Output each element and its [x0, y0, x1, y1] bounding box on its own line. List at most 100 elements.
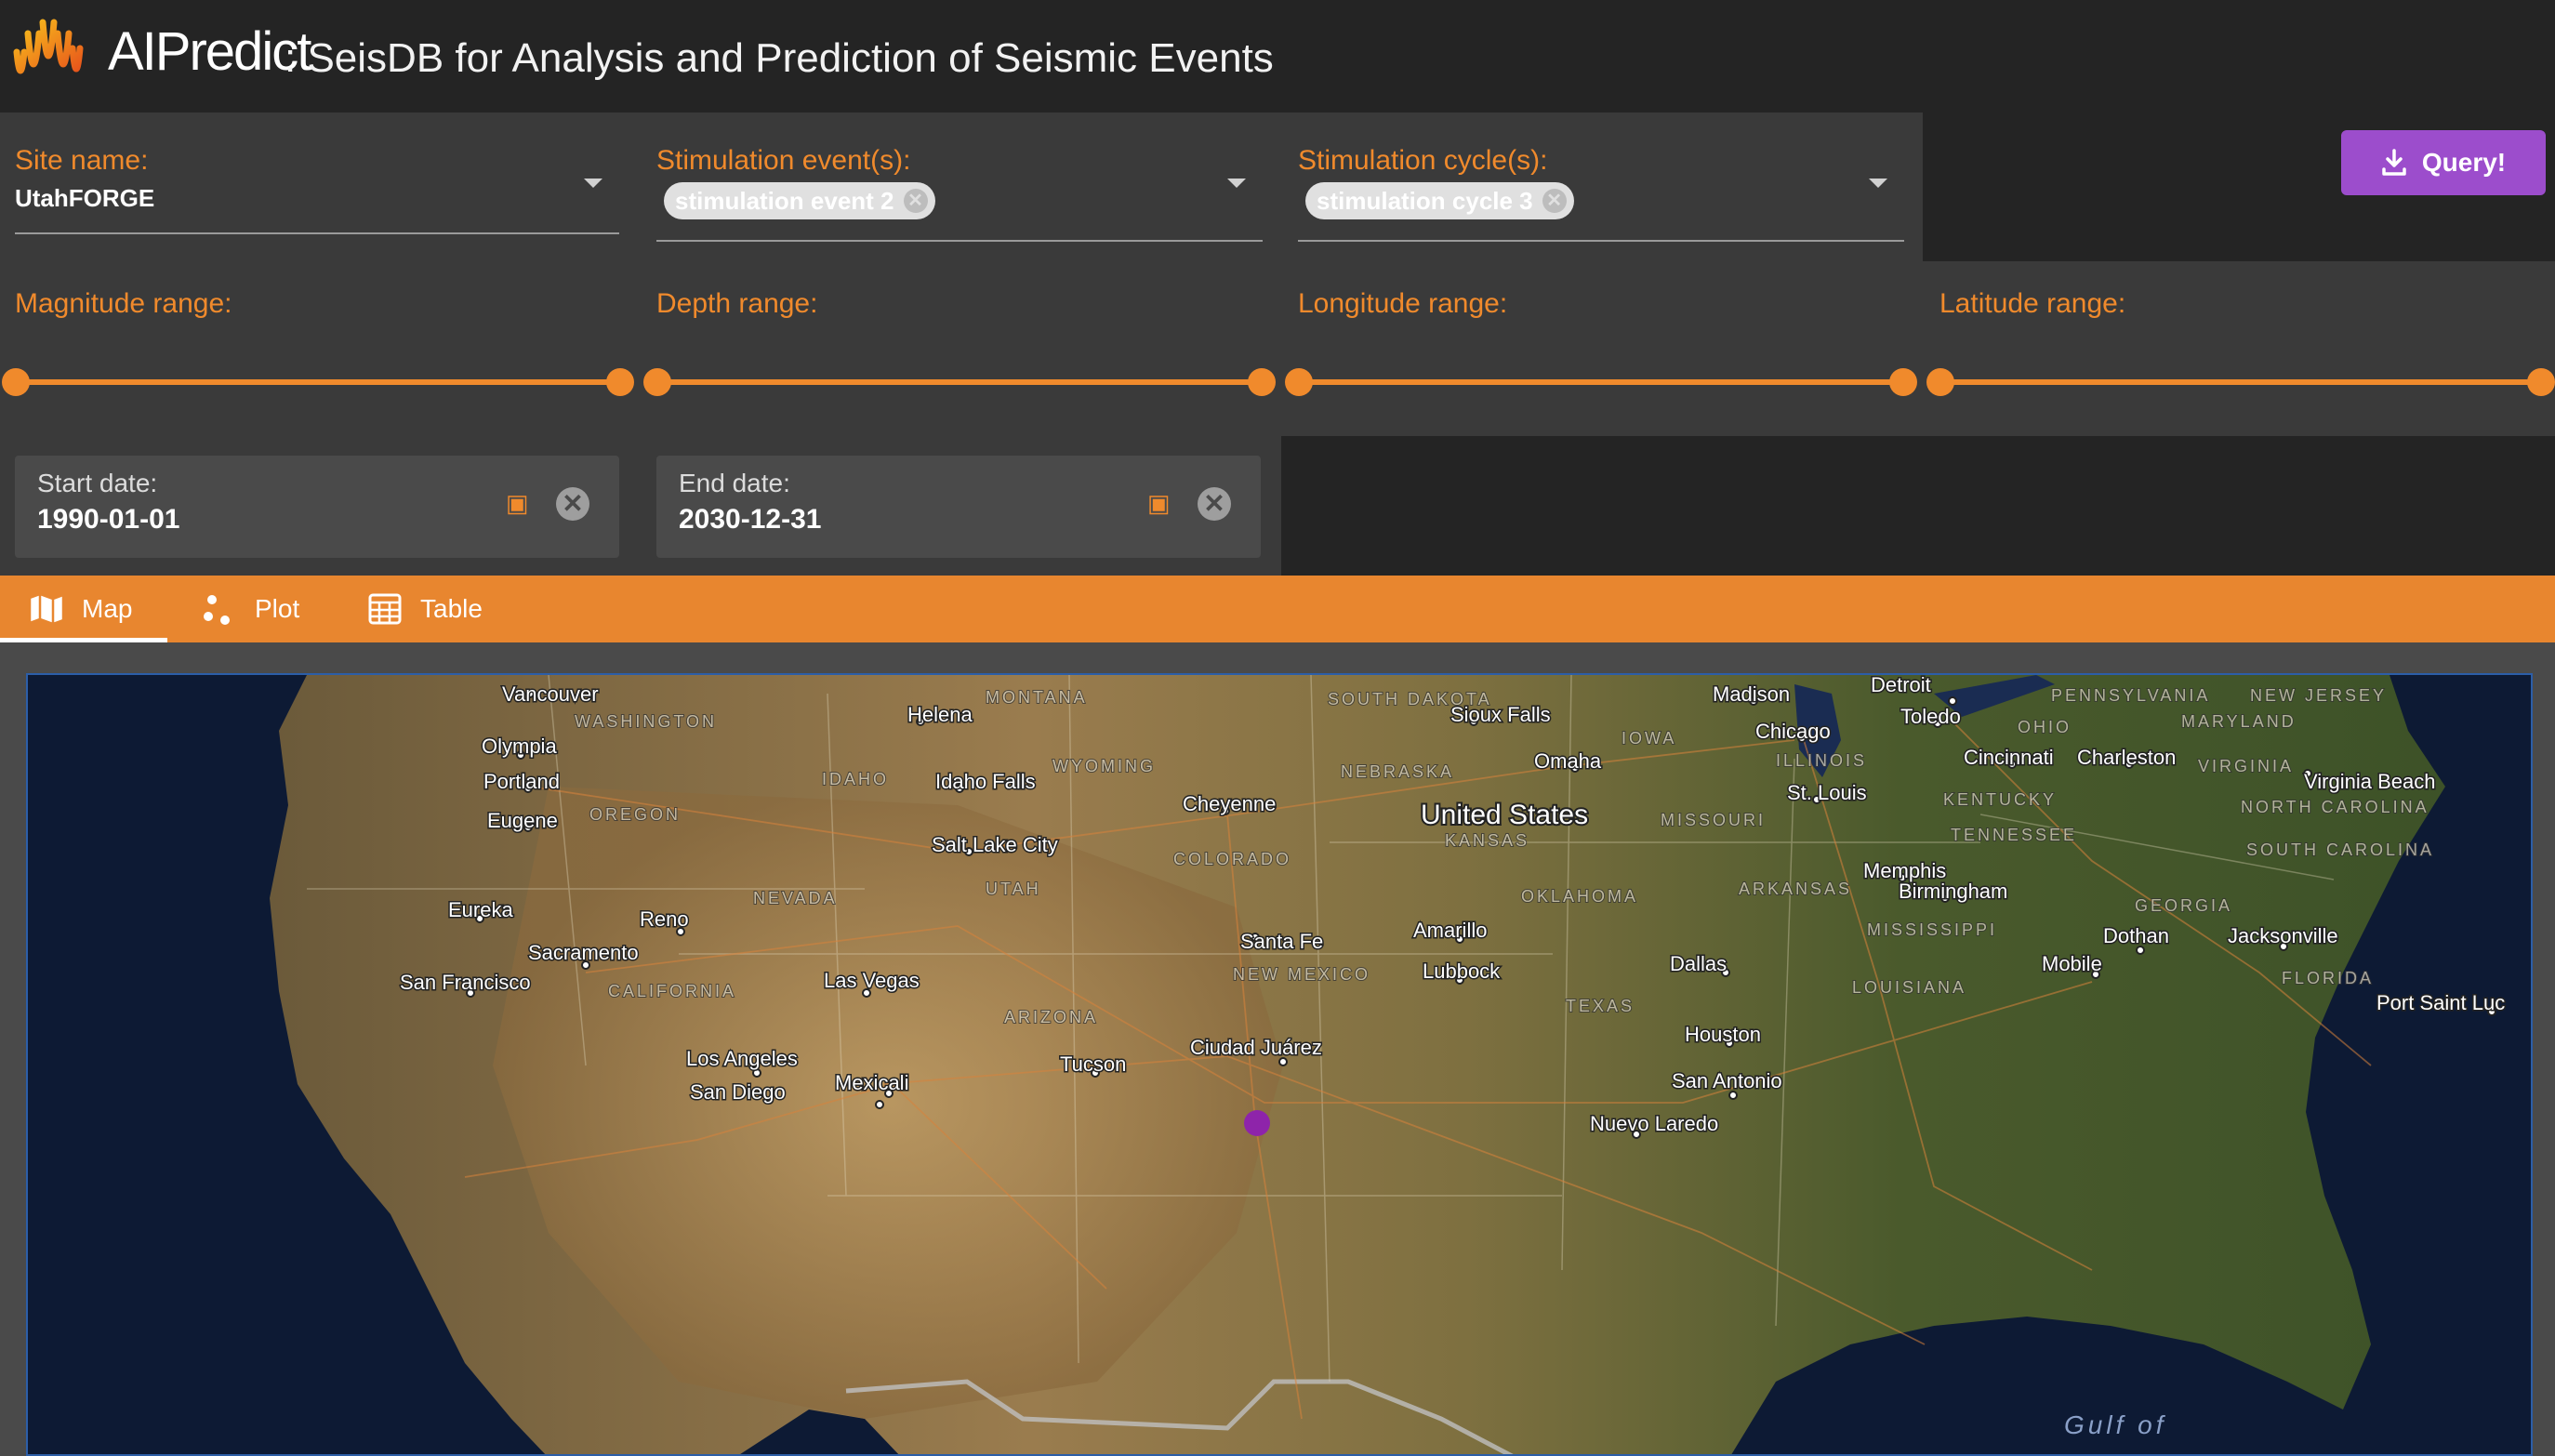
city-label: Dothan: [2103, 924, 2169, 947]
depth-min-handle[interactable]: [643, 368, 671, 396]
depth-max-handle[interactable]: [1248, 368, 1276, 396]
start-date-label: Start date:: [37, 469, 158, 497]
calendar-icon[interactable]: ▣: [1147, 489, 1171, 518]
stimulation-cycles-label: Stimulation cycle(s):: [1298, 145, 1548, 176]
tab-label: Plot: [255, 594, 300, 623]
end-date-value[interactable]: 2030-12-31: [679, 504, 821, 536]
state-label: OKLAHOMA: [1521, 887, 1638, 906]
state-label: NORTH CAROLINA: [2241, 798, 2429, 816]
stimulation-events-select[interactable]: Stimulation event(s): stimulation event …: [656, 139, 1263, 244]
magnitude-min-handle[interactable]: [2, 368, 30, 396]
city-label: Eugene: [487, 809, 558, 832]
longitude-slider-track[interactable]: [1298, 379, 1902, 385]
satellite-map[interactable]: Vancouver Helena Madison Detroit Toledo Sioux…: [26, 673, 2533, 1456]
tab-map[interactable]: Map: [28, 576, 132, 642]
depth-slider-track[interactable]: [656, 379, 1263, 385]
start-date-value[interactable]: 1990-01-01: [37, 504, 179, 536]
city-label: Charleston: [2077, 746, 2176, 769]
chip-remove-icon[interactable]: ✕: [903, 189, 928, 213]
state-label: MONTANA: [986, 688, 1088, 707]
map-canvas[interactable]: VancouverHelenaMadison DetroitToledoSioux…: [28, 675, 2533, 1456]
city-label: Detroit: [1871, 675, 1931, 696]
end-date-label: End date:: [679, 469, 790, 497]
latitude-range-label: Latitude range:: [1939, 288, 2126, 319]
city-label: San Diego: [690, 1080, 786, 1104]
filter-panel-ranges: [0, 261, 2555, 436]
download-icon: [2382, 149, 2406, 176]
site-name-select[interactable]: Site name: UtahFORGE: [15, 139, 619, 234]
tab-label: Table: [420, 594, 483, 623]
city-label: Helena: [907, 703, 973, 726]
chevron-down-icon[interactable]: [584, 179, 602, 188]
chip-label: stimulation cycle 3: [1317, 187, 1533, 215]
clear-icon[interactable]: ✕: [556, 487, 589, 521]
state-label: UTAH: [986, 880, 1041, 898]
city-label: Eureka: [448, 898, 513, 921]
magnitude-slider-track[interactable]: [15, 379, 619, 385]
state-label: OREGON: [589, 805, 681, 824]
city-label: Salt Lake City: [932, 833, 1058, 856]
city-label: Nuevo Laredo: [1590, 1112, 1718, 1135]
table-icon: [368, 593, 402, 625]
city-label: Tucson: [1060, 1052, 1126, 1076]
latitude-max-handle[interactable]: [2527, 368, 2555, 396]
calendar-icon[interactable]: ▣: [506, 489, 529, 518]
city-label: Madison: [1713, 682, 1790, 706]
state-label: FLORIDA: [2282, 969, 2374, 987]
query-button[interactable]: Query!: [2341, 130, 2546, 195]
city-label: Los Angeles: [686, 1047, 798, 1070]
longitude-max-handle[interactable]: [1889, 368, 1917, 396]
seismic-event-marker[interactable]: [1244, 1110, 1270, 1136]
city-label: Lubbock: [1423, 960, 1501, 983]
state-label: CALIFORNIA: [608, 982, 736, 1000]
latitude-slider-track[interactable]: [1939, 379, 2542, 385]
state-label: IDAHO: [822, 770, 889, 788]
view-tabs: Map Plot Table: [0, 576, 2555, 642]
city-marker: [752, 1068, 761, 1078]
city-label: Santa Fe: [1240, 930, 1323, 953]
chip-remove-icon[interactable]: ✕: [1542, 189, 1567, 213]
longitude-min-handle[interactable]: [1285, 368, 1313, 396]
state-label: COLORADO: [1173, 850, 1291, 868]
start-date-field[interactable]: Start date: 1990-01-01 ▣ ✕: [15, 456, 619, 558]
scatter-icon: [204, 595, 230, 625]
state-label: MISSISSIPPI: [1867, 920, 1997, 939]
chevron-down-icon[interactable]: [1869, 179, 1887, 188]
site-name-label: Site name:: [15, 145, 149, 176]
chevron-down-icon[interactable]: [1227, 179, 1246, 188]
city-marker: [1278, 1057, 1288, 1066]
chip-stimulation-cycle[interactable]: stimulation cycle 3 ✕: [1305, 182, 1574, 219]
stimulation-cycles-select[interactable]: Stimulation cycle(s): stimulation cycle …: [1298, 139, 1904, 244]
city-marker: [1728, 1091, 1738, 1100]
city-label: Chicago: [1755, 720, 1831, 743]
state-label: GEORGIA: [2135, 896, 2232, 915]
chip-label: stimulation event 2: [675, 187, 894, 215]
state-label: ILLINOIS: [1776, 751, 1867, 770]
state-label: MISSOURI: [1661, 811, 1766, 829]
query-button-label: Query!: [2421, 148, 2507, 177]
city-label: Sacramento: [528, 941, 639, 964]
stimulation-events-label: Stimulation event(s):: [656, 145, 911, 176]
aipredict-logo-icon: [13, 19, 84, 74]
end-date-field[interactable]: End date: 2030-12-31 ▣ ✕: [656, 456, 1261, 558]
chip-stimulation-event[interactable]: stimulation event 2 ✕: [664, 182, 935, 219]
city-label: Virginia Beach: [2304, 770, 2435, 793]
latitude-min-handle[interactable]: [1926, 368, 1954, 396]
tab-plot[interactable]: Plot: [201, 576, 299, 642]
city-label: Olympia: [482, 735, 557, 758]
tab-table[interactable]: Table: [366, 576, 483, 642]
city-label: Omaha: [1534, 749, 1602, 773]
depth-range-label: Depth range:: [656, 288, 818, 319]
state-label: NEW MEXICO: [1233, 965, 1370, 984]
clear-icon[interactable]: ✕: [1198, 487, 1231, 521]
magnitude-max-handle[interactable]: [606, 368, 634, 396]
magnitude-range-label: Magnitude range:: [15, 288, 232, 319]
state-label: NEBRASKA: [1341, 762, 1454, 781]
state-label: VIRGINIA: [2198, 757, 2294, 775]
city-label: Cincinnati: [1964, 746, 2054, 769]
water-label: Gulf of: [2064, 1410, 2166, 1439]
state-label: TENNESSEE: [1951, 826, 2077, 844]
city-label: San Francisco: [400, 971, 531, 994]
city-label: Mobile: [2042, 952, 2102, 975]
state-label: KENTUCKY: [1943, 790, 2057, 809]
